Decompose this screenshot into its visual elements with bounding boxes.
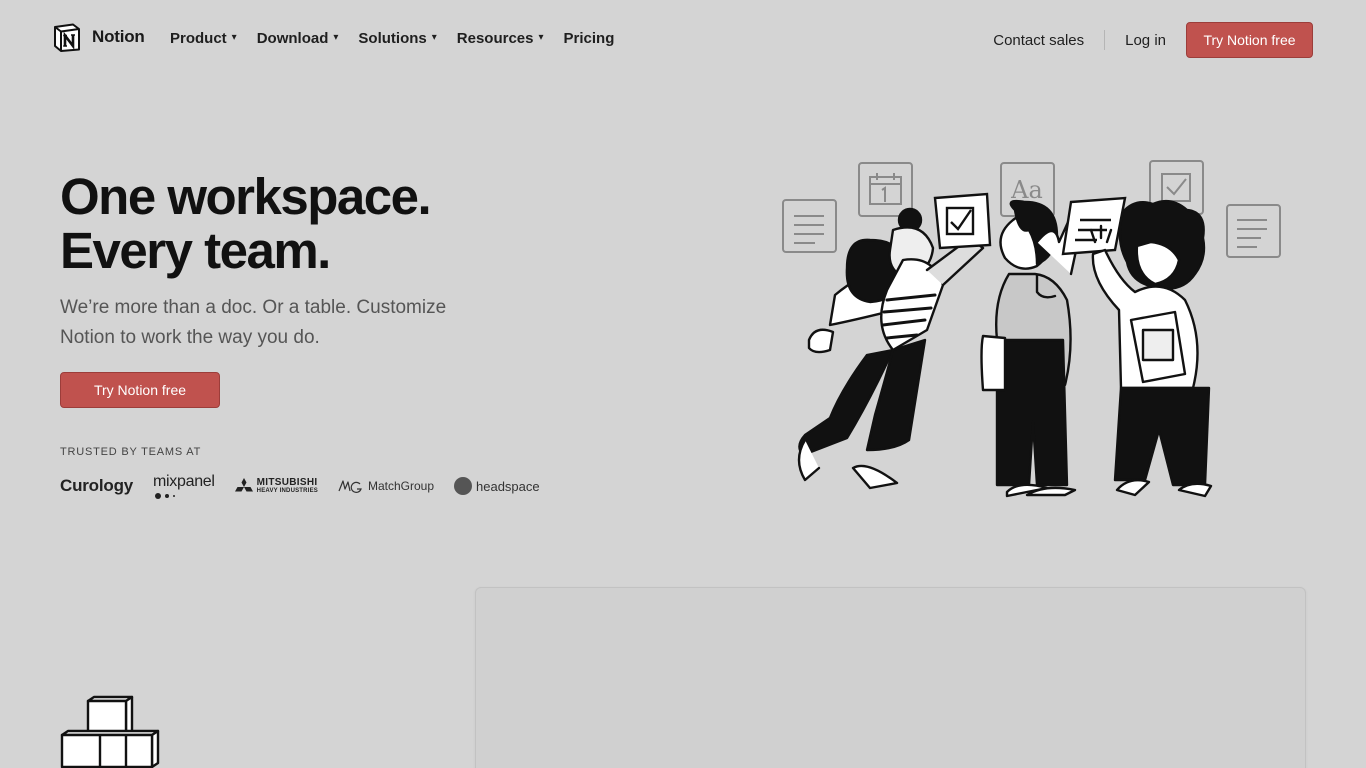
try-notion-free-header-button[interactable]: Try Notion free — [1186, 22, 1313, 58]
notion-logo-link[interactable]: Notion — [52, 22, 145, 52]
nav-label: Download — [256, 30, 329, 47]
contact-sales-link[interactable]: Contact sales — [993, 32, 1084, 49]
chevron-down-icon: ▾ — [431, 32, 437, 43]
headspace-wordmark: headspace — [476, 478, 540, 494]
mitsubishi-diamonds-icon — [234, 478, 253, 492]
nav-pricing[interactable]: Pricing — [564, 30, 615, 47]
team-illustration: Aa — [782, 160, 1281, 498]
notion-logo-icon — [54, 23, 80, 52]
nav-label: Product — [170, 30, 227, 47]
chevron-down-icon: ▾ — [333, 32, 339, 43]
site-header: Notion Product ▾ Download ▾ Solutions ▾ … — [0, 0, 1366, 80]
chevron-down-icon: ▾ — [231, 32, 237, 43]
headspace-dot-icon — [454, 477, 473, 495]
font-card-glyph: Aa — [1010, 176, 1043, 204]
chevron-down-icon: ▾ — [538, 32, 544, 43]
brand-name: Notion — [92, 27, 145, 46]
blocks-icon — [60, 695, 160, 768]
hero-title: One workspace. Every team. — [60, 168, 432, 279]
matchgroup-logo: MatchGroup — [338, 479, 434, 493]
nav-download[interactable]: Download ▾ — [257, 30, 339, 47]
hero-subtitle: We’re more than a doc. Or a table. Custo… — [60, 297, 447, 348]
nav-label: Solutions — [358, 30, 427, 47]
headspace-logo: headspace — [454, 477, 540, 495]
customer-logos: Curology mixpanel MITSUBISHI HEAVY INDUS… — [60, 472, 540, 500]
mixpanel-dots-icon — [155, 493, 176, 499]
curology-logo: Curology — [60, 476, 134, 495]
hero-title-line-2: Every team. — [60, 222, 331, 279]
nav-solutions[interactable]: Solutions ▾ — [358, 30, 436, 47]
header-actions: Contact sales Log in Try Notion free — [993, 22, 1313, 58]
mixpanel-wordmark: mixpanel — [153, 473, 215, 490]
hero-title-line-1: One workspace. — [60, 168, 432, 225]
login-link[interactable]: Log in — [1125, 32, 1166, 49]
product-preview-card — [475, 587, 1306, 768]
mitsubishi-wordmark: MITSUBISHI HEAVY INDUSTRIES — [256, 477, 318, 495]
person-middle — [980, 199, 1079, 498]
nav-label: Resources — [456, 30, 534, 47]
mitsubishi-logo: MITSUBISHI HEAVY INDUSTRIES — [234, 477, 318, 495]
mixpanel-logo: mixpanel — [153, 473, 215, 499]
nav-label: Pricing — [563, 30, 615, 47]
trusted-label: TRUSTED BY TEAMS AT — [60, 446, 202, 458]
matchgroup-wordmark: MatchGroup — [367, 479, 435, 493]
matchgroup-mark-icon — [338, 480, 362, 493]
try-notion-free-hero-button[interactable]: Try Notion free — [60, 372, 220, 408]
nav-resources[interactable]: Resources ▾ — [457, 30, 544, 47]
person-left — [797, 207, 989, 490]
main-nav: Product ▾ Download ▾ Solutions ▾ Resourc… — [170, 30, 614, 47]
divider — [1104, 30, 1106, 50]
nav-product[interactable]: Product ▾ — [170, 30, 237, 47]
